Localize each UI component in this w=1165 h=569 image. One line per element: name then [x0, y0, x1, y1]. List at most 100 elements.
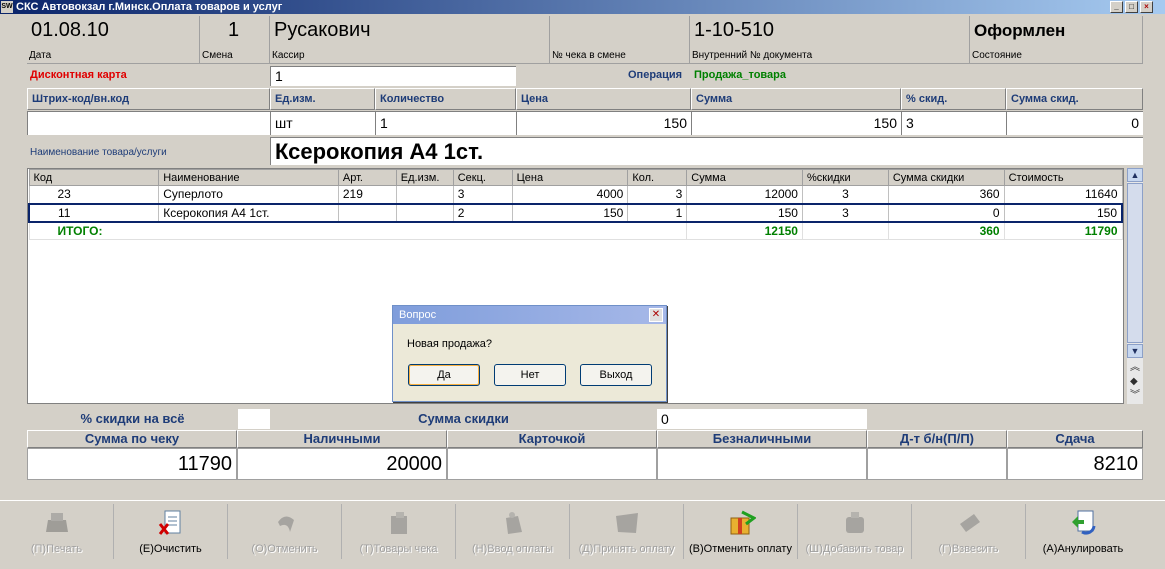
dialog-close-icon[interactable]: ✕: [649, 308, 663, 322]
grid-scrollbar[interactable]: ▲ ▼ ︽ ◆ ︾: [1127, 168, 1143, 404]
discount-card-input[interactable]: 1: [270, 66, 516, 86]
print-button[interactable]: (П)Печать: [0, 504, 114, 559]
col-disc[interactable]: %скидки: [801, 169, 889, 186]
discount-card-label: Дисконтная карта: [30, 69, 127, 81]
date-label: Дата: [29, 50, 52, 61]
barcode-input[interactable]: [27, 111, 270, 135]
table-row[interactable]: 23 Суперлото 219 3 4000 3 12000 3 360 11…: [28, 185, 1123, 204]
col-disc-sum[interactable]: Сумма скидки: [887, 169, 1005, 186]
col-sum[interactable]: Сумма: [686, 169, 803, 186]
weigh-icon: [959, 514, 980, 532]
cell-sect: 2: [452, 202, 513, 223]
cell-cost: 150: [1003, 202, 1123, 223]
close-icon[interactable]: ×: [1140, 1, 1153, 13]
disc-all-input[interactable]: [238, 409, 270, 429]
cancel-payment-icon: [730, 510, 756, 535]
debit-input[interactable]: [867, 448, 1007, 480]
disc-pct-header: % скид.: [901, 88, 1006, 110]
payment-icon: [505, 512, 522, 534]
cash-header: Наличными: [237, 430, 447, 448]
cancel-payment-button[interactable]: (В)Отменить оплату: [684, 504, 798, 559]
question-dialog: Вопрос ✕ Новая продажа? Да Нет Выход: [392, 305, 667, 402]
weigh-button[interactable]: (Г)Взвесить: [912, 504, 1026, 559]
goods-icon: [390, 512, 407, 534]
print-label: (П)Печать: [30, 543, 83, 555]
cell-sect: 3: [452, 185, 513, 204]
operation-value: Продажа_товара: [694, 69, 787, 81]
annul-icon: [1072, 510, 1096, 535]
disc-sum-input[interactable]: 0: [1006, 111, 1143, 135]
disc-pct-input[interactable]: 3: [901, 111, 1006, 135]
cashier-value: Русакович: [274, 19, 371, 41]
add-goods-label: (Ш)Добавить товар: [805, 543, 904, 555]
cell-art: [337, 202, 397, 223]
item-name-label: Наименование товара/услуги: [30, 147, 167, 158]
unit-input[interactable]: шт: [270, 111, 375, 135]
no-button[interactable]: Нет: [494, 364, 566, 386]
total-label: ИТОГО:: [28, 221, 688, 240]
check-goods-button[interactable]: (Т)Товары чека: [342, 504, 456, 559]
cancel-button[interactable]: (О)Отменить: [228, 504, 342, 559]
cell-sum: 150: [686, 202, 803, 223]
card-header: Карточкой: [447, 430, 657, 448]
cell-qty: 3: [627, 185, 688, 204]
barcode-header: Штрих-код/вн.код: [27, 88, 270, 110]
check-no-field: № чека в смене: [550, 16, 690, 64]
window-title: СКС Автовокзал г.Минск.Оплата товаров и …: [16, 1, 283, 13]
check-sum-header: Сумма по чеку: [27, 430, 237, 448]
col-sect[interactable]: Секц.: [452, 169, 513, 186]
qty-input[interactable]: 1: [375, 111, 516, 135]
col-price[interactable]: Цена: [511, 169, 629, 186]
maximize-icon[interactable]: □: [1125, 1, 1138, 13]
disc-sum-value[interactable]: 0: [657, 409, 867, 429]
state-field: Оформлен Состояние: [970, 16, 1143, 64]
cashier-field: Русакович Кассир: [270, 16, 550, 64]
price-input[interactable]: 150: [516, 111, 691, 135]
scroll-down-icon[interactable]: ▼: [1127, 344, 1143, 358]
check-sum-value: 11790: [27, 448, 237, 480]
record-nav-icons[interactable]: ︽ ◆ ︾: [1130, 361, 1140, 403]
col-art[interactable]: Арт.: [337, 169, 397, 186]
sum-input[interactable]: 150: [691, 111, 901, 135]
table-row-selected[interactable]: 11 Ксерокопия А4 1ст. 2 150 1 150 3 0 15…: [28, 202, 1123, 223]
shift-field: 1 Смена: [200, 16, 270, 64]
total-cost: 11790: [1003, 221, 1123, 240]
clear-button[interactable]: (Е)Очистить: [114, 504, 228, 559]
card-input[interactable]: [447, 448, 657, 480]
debit-header: Д-т б/н(П/П): [867, 430, 1007, 448]
col-qty[interactable]: Кол.: [627, 169, 688, 186]
scroll-up-icon[interactable]: ▲: [1127, 168, 1143, 182]
annul-button[interactable]: (А)Анулировать: [1026, 504, 1140, 559]
minimize-icon[interactable]: _: [1110, 1, 1123, 13]
exit-button[interactable]: Выход: [580, 364, 652, 386]
enter-payment-label: (Н)Ввод оплаты: [472, 543, 553, 555]
yes-button[interactable]: Да: [408, 364, 480, 386]
operation-label: Операция: [628, 69, 683, 81]
cell-disc-sum: 0: [887, 202, 1005, 223]
dialog-title: Вопрос: [393, 306, 666, 324]
check-goods-label: (Т)Товары чека: [359, 543, 438, 555]
cash-input[interactable]: 20000: [237, 448, 447, 480]
col-name[interactable]: Наименование: [158, 169, 339, 186]
total-empty: [801, 221, 889, 240]
col-cost[interactable]: Стоимость: [1003, 169, 1123, 186]
scroll-thumb[interactable]: [1127, 183, 1143, 343]
check-no-label: № чека в смене: [552, 50, 626, 61]
cell-sum: 12000: [686, 185, 803, 204]
accept-payment-label: (Д)Принять оплату: [578, 543, 675, 555]
total-disc-sum: 360: [887, 221, 1005, 240]
col-code[interactable]: Код: [28, 169, 160, 186]
doc-no-field: 1-10-510 Внутренний № документа: [690, 16, 970, 64]
cell-price: 4000: [511, 185, 629, 204]
enter-payment-button[interactable]: (Н)Ввод оплаты: [456, 504, 570, 559]
action-toolbar: (П)Печать (Е)Очистить (О)Отменить (Т)Тов…: [0, 500, 1165, 562]
clear-label: (Е)Очистить: [139, 543, 202, 555]
noncash-input[interactable]: [657, 448, 867, 480]
col-unit[interactable]: Ед.изм.: [395, 169, 454, 186]
item-name-input[interactable]: Ксерокопия А4 1ст.: [270, 137, 1143, 165]
add-goods-button[interactable]: (Ш)Добавить товар: [798, 504, 912, 559]
cancel-label: (О)Отменить: [251, 543, 318, 555]
cell-code: 23: [28, 185, 160, 204]
cell-unit: [395, 202, 454, 223]
accept-payment-button[interactable]: (Д)Принять оплату: [570, 504, 684, 559]
